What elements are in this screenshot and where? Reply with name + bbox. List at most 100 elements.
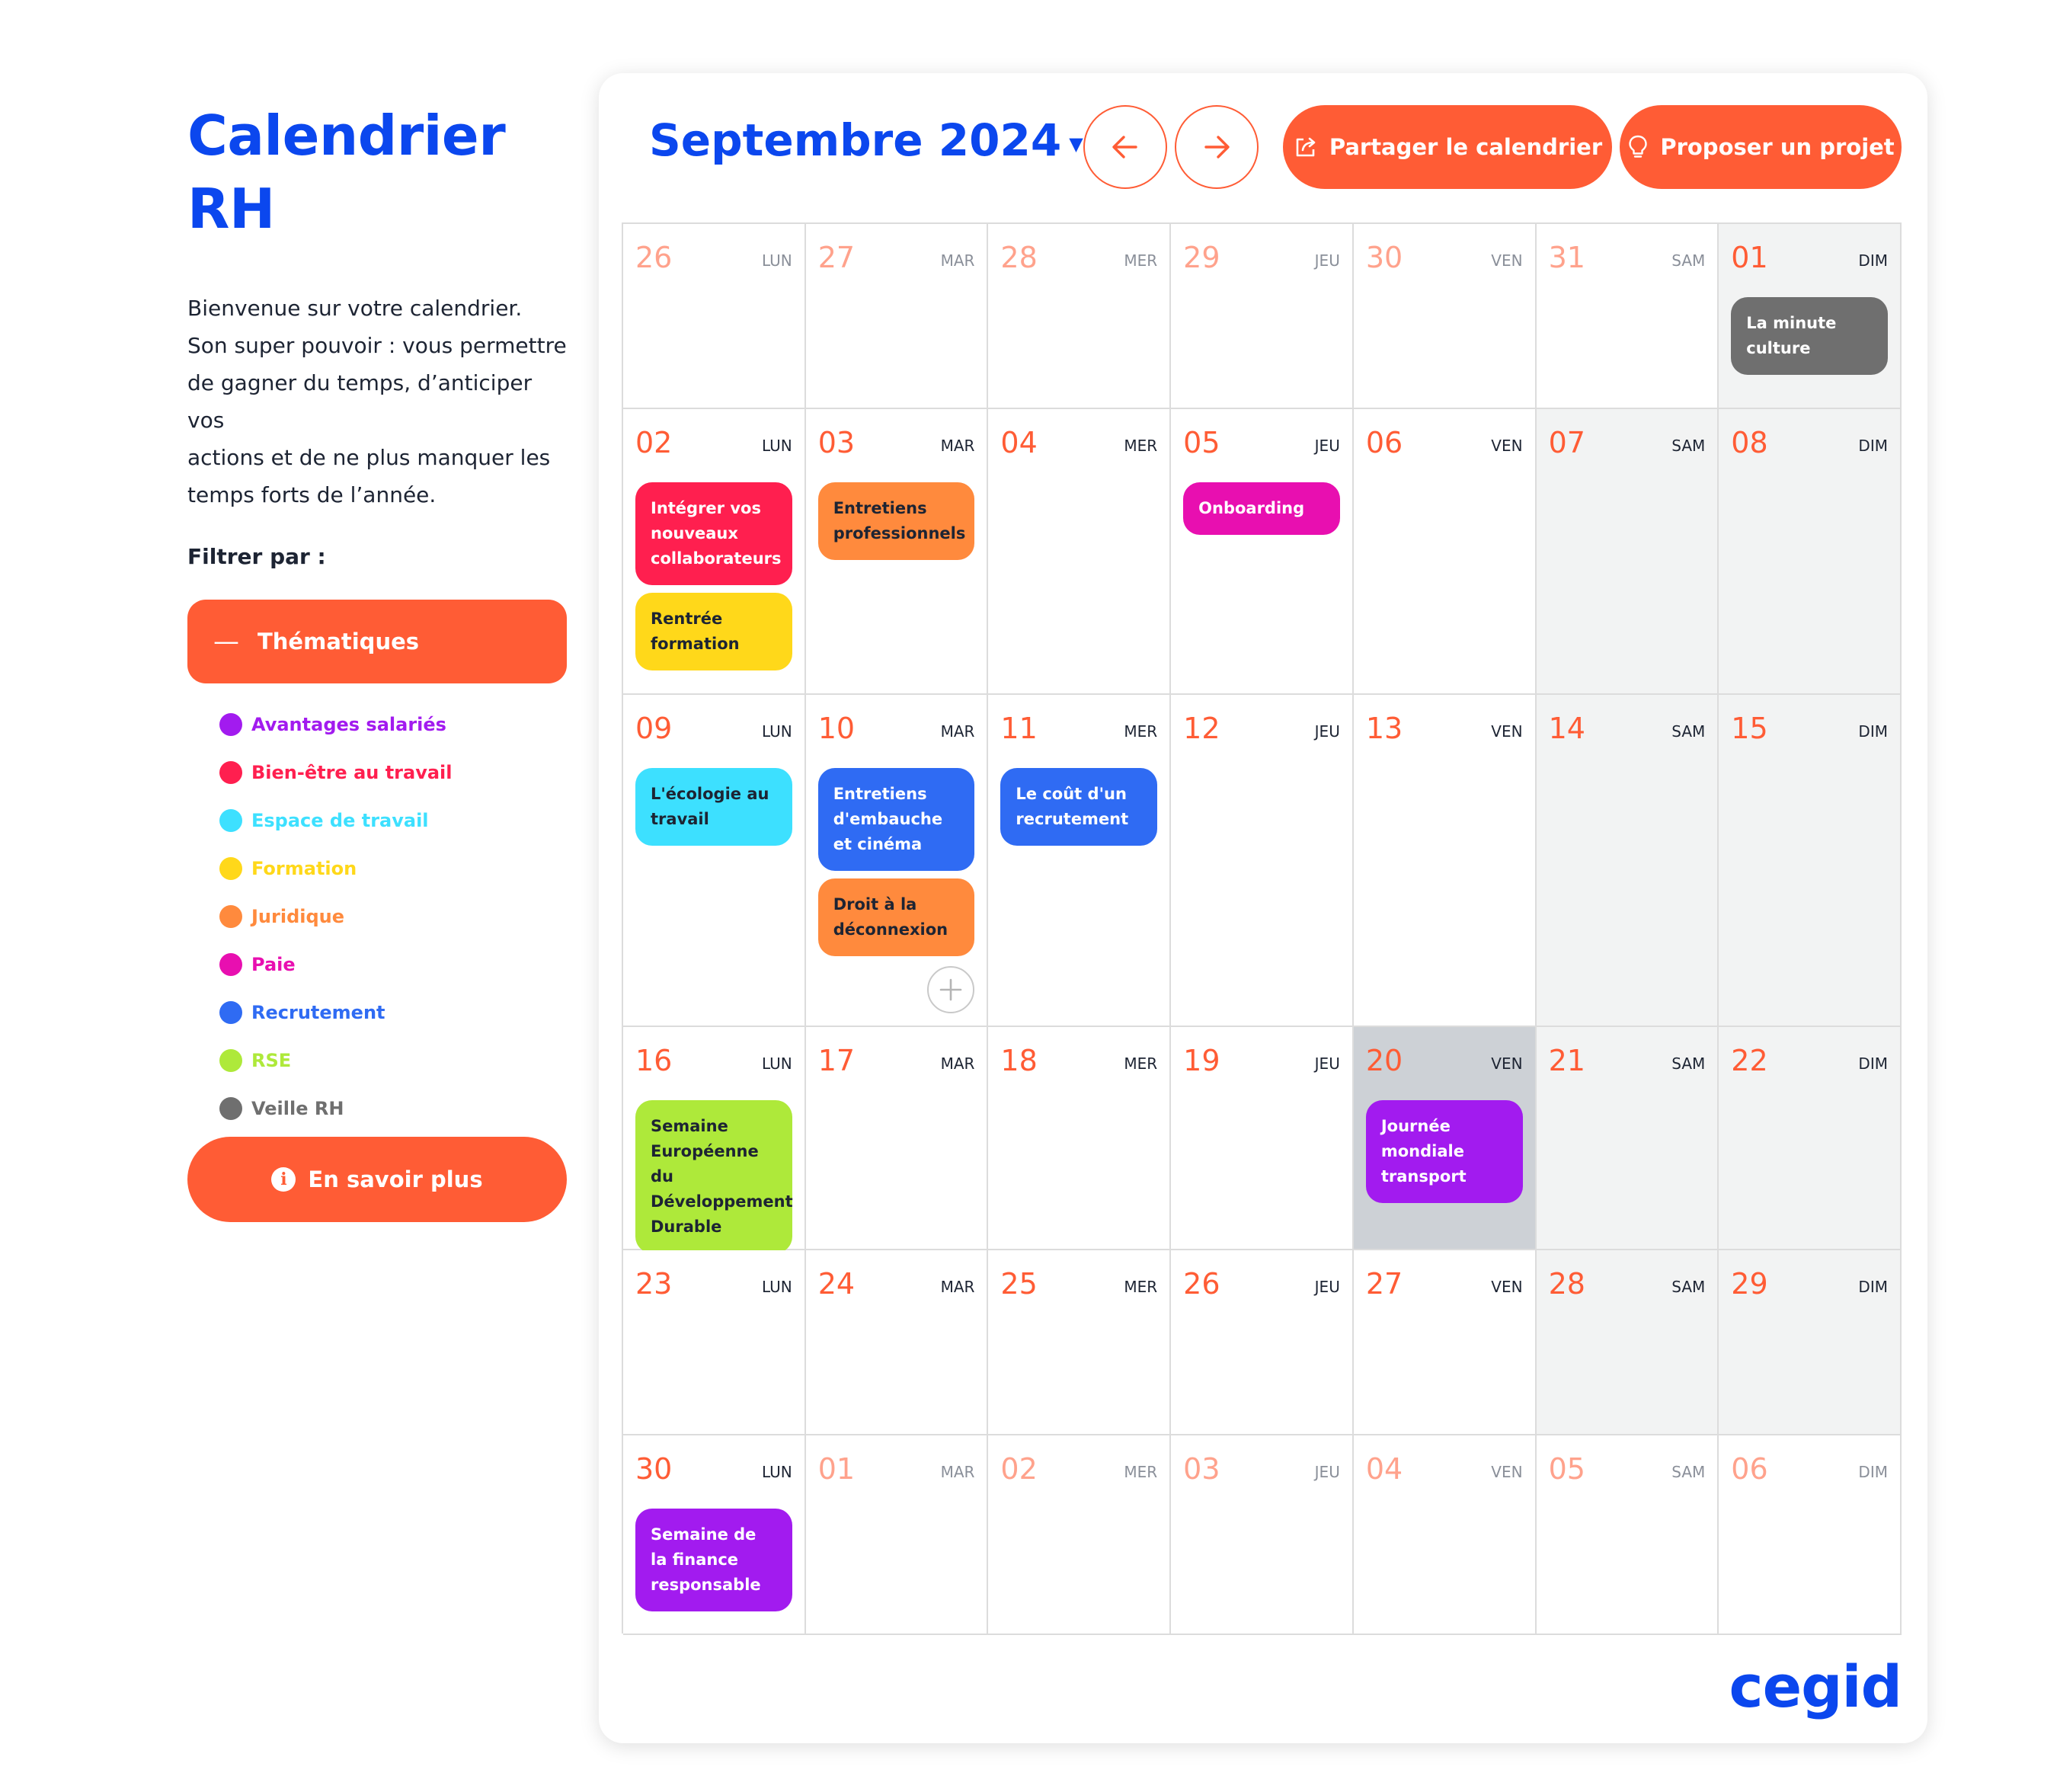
day-cell[interactable]: 05 SAM [1536, 1435, 1719, 1635]
day-cell[interactable]: 31 SAM [1536, 224, 1719, 409]
day-cell[interactable]: 07 SAM [1536, 409, 1719, 695]
propose-project-button[interactable]: Proposer un projet [1620, 105, 1902, 189]
event-chip[interactable]: Le coût d'un recrutement [1000, 768, 1158, 846]
event-chip[interactable]: Droit à la déconnexion [817, 878, 975, 956]
event-list: Semaine de la finance responsable [635, 1509, 792, 1619]
weekday-label: VEN [1491, 1463, 1523, 1481]
day-cell[interactable]: 04 VEN [1353, 1435, 1537, 1635]
weekday-label: JEU [1314, 1278, 1340, 1296]
day-cell[interactable]: 27 MAR [805, 224, 989, 409]
day-cell[interactable]: 09 LUN L'écologie au travail [623, 695, 806, 1027]
day-cell[interactable]: 16 LUN Semaine Européenne du Développement… [623, 1027, 806, 1253]
day-cell[interactable]: 28 SAM [1536, 1250, 1719, 1435]
weekday-label: LUN [761, 1054, 792, 1073]
day-cell[interactable]: 11 MER Le coût d'un recrutement [988, 695, 1172, 1027]
legend-dot [219, 856, 242, 880]
month-selector[interactable]: Septembre 2024 ▼ [649, 114, 1083, 166]
event-chip[interactable]: La minute culture [1731, 297, 1888, 375]
weekday-label: VEN [1491, 1054, 1523, 1073]
legend-item[interactable]: Veille RH [219, 1084, 567, 1132]
day-number: 16 [635, 1044, 673, 1077]
legend-item[interactable]: Avantages salariés [219, 700, 567, 748]
day-cell[interactable]: 30 VEN [1353, 224, 1537, 409]
welcome-line: de gagner du temps, d’anticiper vos [187, 370, 533, 433]
event-chip[interactable]: L'écologie au travail [635, 768, 792, 846]
legend-item[interactable]: Espace de travail [219, 796, 567, 844]
day-cell[interactable]: 03 MAR Entretiens professionnels [805, 409, 989, 695]
add-event-button[interactable] [927, 966, 975, 1013]
day-cell[interactable]: 28 MER [988, 224, 1172, 409]
weekday-label: JEU [1314, 1054, 1340, 1073]
day-cell[interactable]: 01 MAR [805, 1435, 989, 1635]
day-cell[interactable]: 21 SAM [1536, 1027, 1719, 1250]
day-cell[interactable]: 24 MAR [805, 1250, 989, 1435]
day-cell[interactable]: 08 DIM [1719, 409, 1902, 695]
day-cell[interactable]: 23 LUN [623, 1250, 806, 1435]
legend-item[interactable]: Recrutement [219, 988, 567, 1036]
day-cell[interactable]: 12 JEU [1171, 695, 1354, 1027]
day-cell[interactable]: 25 MER [988, 1250, 1172, 1435]
legend-label: Veille RH [251, 1097, 344, 1119]
weekday-label: MER [1124, 1278, 1158, 1296]
weekday-label: MER [1124, 437, 1158, 455]
day-cell[interactable]: 06 DIM [1719, 1435, 1902, 1635]
day-number: 27 [817, 241, 856, 274]
day-cell[interactable]: 27 VEN [1353, 1250, 1537, 1435]
day-cell[interactable]: 20 VEN Journée mondiale transport [1353, 1027, 1537, 1250]
event-chip[interactable]: Journée mondiale transport [1365, 1100, 1523, 1203]
day-cell[interactable]: 02 LUN Intégrer vos nouveaux collaborateur… [623, 409, 806, 695]
weekday-label: MAR [940, 722, 975, 741]
day-cell[interactable]: 01 DIM La minute culture [1719, 224, 1902, 409]
legend-item[interactable]: RSE [219, 1036, 567, 1084]
weekday-label: VEN [1491, 722, 1523, 741]
day-cell[interactable]: 04 MER [988, 409, 1172, 695]
day-cell[interactable]: 26 LUN [623, 224, 806, 409]
legend-item[interactable]: Paie [219, 940, 567, 988]
day-cell[interactable]: 10 MAR Entretiens d'embauche et cinéma Droi… [805, 695, 989, 1027]
event-list: La minute culture [1731, 297, 1888, 382]
event-chip[interactable]: Intégrer vos nouveaux collaborateurs [635, 482, 792, 585]
welcome-line: Bienvenue sur votre calendrier. [187, 296, 523, 321]
day-number: 02 [1000, 1452, 1038, 1486]
event-chip[interactable]: Entretiens d'embauche et cinéma [817, 768, 975, 871]
legend-item[interactable]: Formation [219, 844, 567, 892]
event-chip[interactable]: Entretiens professionnels [817, 482, 975, 560]
day-cell[interactable]: 05 JEU Onboarding [1171, 409, 1354, 695]
day-cell[interactable]: 14 SAM [1536, 695, 1719, 1027]
page-title: Calendrier RH [187, 99, 567, 245]
day-cell[interactable]: 02 MER [988, 1435, 1172, 1635]
day-cell[interactable]: 30 LUN Semaine de la finance responsable [623, 1435, 806, 1635]
weekday-label: SAM [1671, 1463, 1706, 1481]
share-icon [1296, 137, 1316, 157]
day-cell[interactable]: 17 MAR [805, 1027, 989, 1250]
day-number: 25 [1000, 1267, 1038, 1301]
event-chip[interactable]: Onboarding [1183, 482, 1340, 535]
day-number: 11 [1000, 712, 1038, 745]
day-cell[interactable]: 22 DIM [1719, 1027, 1902, 1250]
learn-more-button[interactable]: i En savoir plus [187, 1137, 567, 1222]
day-cell[interactable]: 06 VEN [1353, 409, 1537, 695]
day-cell[interactable]: 29 JEU [1171, 224, 1354, 409]
weekday-label: MER [1124, 1463, 1158, 1481]
share-calendar-button[interactable]: Partager le calendrier [1283, 105, 1612, 189]
legend-item[interactable]: Juridique [219, 892, 567, 940]
day-cell[interactable]: 29 DIM [1719, 1250, 1902, 1435]
event-chip[interactable]: Semaine de la finance responsable [635, 1509, 792, 1611]
weekday-label: MAR [940, 251, 975, 270]
weekday-label: DIM [1858, 1463, 1888, 1481]
next-month-button[interactable] [1175, 105, 1259, 189]
event-chip[interactable]: Rentrée formation [635, 593, 792, 670]
day-cell[interactable]: 13 VEN [1353, 695, 1537, 1027]
day-cell[interactable]: 26 JEU [1171, 1250, 1354, 1435]
day-cell[interactable]: 15 DIM [1719, 695, 1902, 1027]
day-cell[interactable]: 19 JEU [1171, 1027, 1354, 1250]
plus-icon [940, 978, 962, 1001]
day-cell[interactable]: 03 JEU [1171, 1435, 1354, 1635]
legend-label: Juridique [251, 905, 345, 927]
day-cell[interactable]: 18 MER [988, 1027, 1172, 1250]
event-chip[interactable]: Semaine Européenne du Développement Dura… [635, 1100, 793, 1253]
previous-month-button[interactable] [1083, 105, 1167, 189]
legend-item[interactable]: Bien-être au travail [219, 748, 567, 796]
day-number: 28 [1548, 1267, 1585, 1301]
themes-filter-button[interactable]: — Thématiques [187, 600, 567, 683]
